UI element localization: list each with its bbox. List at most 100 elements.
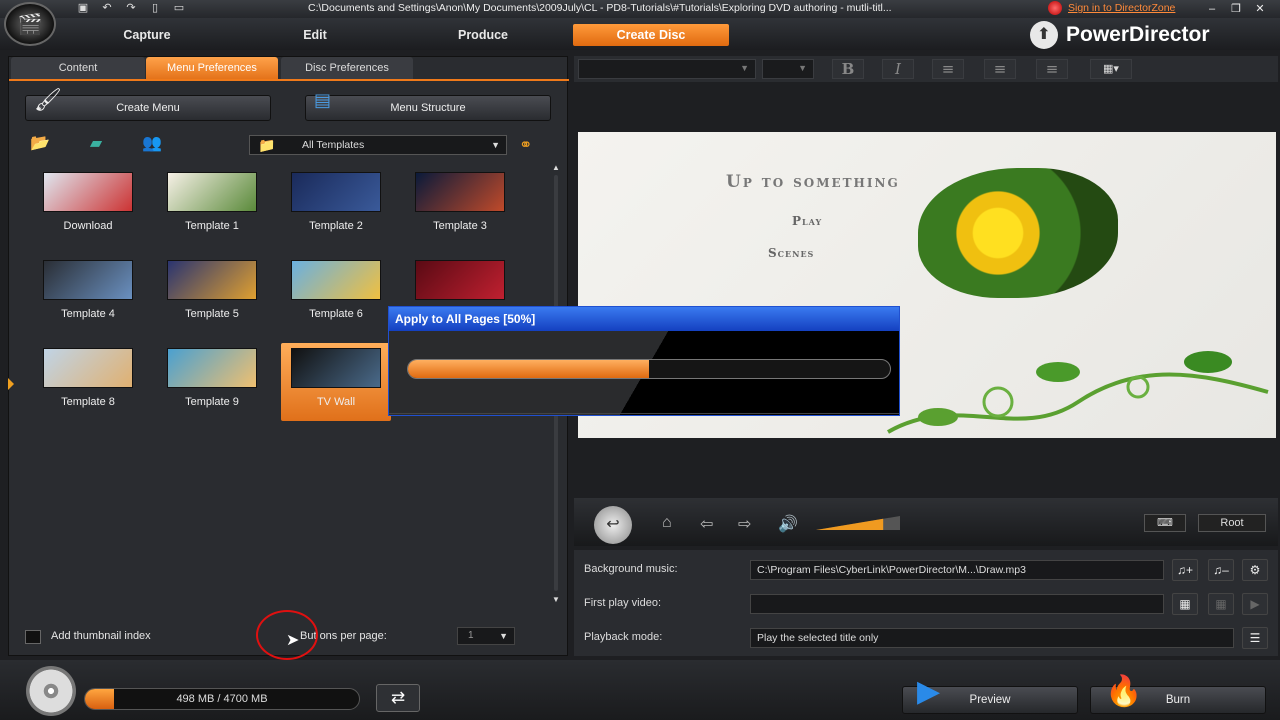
root-button[interactable]: Root [1198, 514, 1266, 532]
background-music-label: Background music: [584, 563, 678, 575]
template-label: Template 5 [185, 308, 239, 320]
background-music-field[interactable]: C:\Program Files\CyberLink\PowerDirector… [750, 560, 1164, 580]
menu-button-scenes[interactable]: Scenes [768, 246, 814, 260]
remove-music-icon[interactable]: ♫– [1208, 559, 1234, 581]
panel-expand-icon[interactable] [8, 378, 14, 390]
template-item[interactable]: Template 5 [157, 255, 267, 333]
play-icon[interactable]: ▶ [1242, 593, 1268, 615]
align-right-button[interactable]: ≡ [1036, 59, 1068, 79]
swap-disc-icon[interactable]: ⇄ [376, 684, 420, 712]
template-label: Template 1 [185, 220, 239, 232]
disc-icon [26, 666, 76, 716]
volume-slider[interactable] [816, 516, 900, 530]
tab-capture[interactable]: Capture [96, 24, 198, 46]
window-title-path: C:\Documents and Settings\Anon\My Docume… [308, 2, 892, 14]
menu-structure-button[interactable]: ▤ Menu Structure [305, 90, 551, 121]
template-thumbnail [291, 348, 381, 388]
signin-link[interactable]: Sign in to DirectorZone [1068, 2, 1175, 14]
templates-filter-select[interactable]: 📁 All Templates ▼ [249, 135, 507, 155]
minimize-icon[interactable]: – [1204, 2, 1220, 16]
first-play-video-field[interactable] [750, 594, 1164, 614]
undo-icon[interactable]: ↶ [100, 2, 114, 15]
tab-produce[interactable]: Produce [432, 24, 534, 46]
remove-video-icon[interactable]: ▦ [1208, 593, 1234, 615]
create-menu-button[interactable]: 🖌 Create Menu [25, 88, 271, 121]
preview-button[interactable]: ▶ Preview [902, 677, 1078, 714]
text-format-toolbar: ▼ ▼ B I ≡ ≡ ≡ ▦▾ [574, 56, 1278, 82]
redo-icon[interactable]: ↷ [124, 2, 138, 15]
add-music-icon[interactable]: ♫+ [1172, 559, 1198, 581]
menu-structure-icon: ▤ [314, 90, 332, 110]
menu-title[interactable]: Up to something [726, 172, 900, 192]
arrow-left-icon[interactable]: ⇦ [700, 514, 713, 534]
dialog-title: Apply to All Pages [50%] [389, 307, 899, 331]
tab-edit[interactable]: Edit [264, 24, 366, 46]
tab-content[interactable]: Content [11, 57, 145, 79]
share-users-icon[interactable]: 👥 [137, 133, 167, 153]
close-icon[interactable]: ✕ [1252, 2, 1268, 16]
playback-settings-icon[interactable]: ☰ [1242, 627, 1268, 649]
directorzone-download-icon[interactable]: ▰ [81, 133, 111, 153]
restore-icon[interactable]: ❐ [1228, 2, 1244, 16]
template-thumbnail [415, 260, 505, 300]
menu-button-play[interactable]: Play [792, 214, 822, 228]
tab-menu-preferences[interactable]: Menu Preferences [146, 57, 278, 79]
tab-disc-preferences[interactable]: Disc Preferences [281, 57, 413, 79]
align-center-button[interactable]: ≡ [984, 59, 1016, 79]
bicycle-icon[interactable]: ⚭ [519, 135, 532, 155]
template-label: Template 8 [61, 396, 115, 408]
play-icon: ▶ [917, 675, 941, 708]
template-item[interactable]: Template 3 [405, 167, 515, 245]
menu-properties: Background music: C:\Program Files\Cyber… [574, 550, 1278, 656]
vine-decoration [887, 351, 1269, 434]
align-left-button[interactable]: ≡ [932, 59, 964, 79]
template-label: Template 3 [433, 220, 487, 232]
import-folder-icon[interactable]: 📂 [25, 133, 55, 153]
quick-access-toolbar: ▣ ↶ ↷ ▯ ▭ [76, 2, 186, 15]
dialog-divider [389, 413, 899, 414]
template-item[interactable]: Template 9 [157, 343, 267, 421]
layout-grid-button[interactable]: ▦▾ [1090, 59, 1132, 79]
app-logo-icon[interactable]: 🎬 [4, 2, 56, 46]
return-icon[interactable]: ↩ [594, 506, 632, 544]
add-video-icon[interactable]: ▦ [1172, 593, 1198, 615]
new-file-icon[interactable]: ▯ [148, 2, 162, 15]
font-family-select[interactable]: ▼ [578, 59, 756, 79]
brand-logo: ⬆ PowerDirector [1030, 21, 1210, 49]
signin-directorzone[interactable]: Sign in to DirectorZone [1048, 1, 1175, 15]
template-item[interactable]: Download [33, 167, 143, 245]
template-item[interactable]: Template 1 [157, 167, 267, 245]
template-item[interactable]: Template 4 [33, 255, 143, 333]
chevron-down-icon: ▼ [491, 140, 500, 150]
upgrade-icon[interactable]: ⬆ [1030, 21, 1058, 49]
subtitle-toggle-button[interactable]: ⌨ [1144, 514, 1186, 532]
title-bar: ▣ ↶ ↷ ▯ ▭ C:\Documents and Settings\Anon… [0, 0, 1280, 18]
scroll-down-icon[interactable]: ▼ [552, 595, 560, 604]
template-thumbnail [43, 260, 133, 300]
italic-button[interactable]: I [882, 59, 914, 79]
bold-button[interactable]: B [832, 59, 864, 79]
template-item[interactable]: TV Wall [281, 343, 391, 421]
volume-icon[interactable]: 🔊 [778, 514, 798, 534]
playback-mode-label: Playback mode: [584, 631, 663, 643]
home-icon[interactable]: ⌂ [662, 514, 672, 532]
playback-mode-field[interactable]: Play the selected title only [750, 628, 1234, 648]
font-size-select[interactable]: ▼ [762, 59, 814, 79]
template-item[interactable]: Template 8 [33, 343, 143, 421]
burn-button[interactable]: 🔥 Burn [1090, 677, 1266, 714]
chevron-down-icon: ▼ [740, 63, 749, 73]
add-thumbnail-index-checkbox[interactable] [25, 630, 41, 644]
arrow-right-icon[interactable]: ⇨ [738, 514, 751, 534]
tab-create-disc[interactable]: Create Disc [573, 24, 729, 46]
open-folder-icon[interactable]: ▭ [172, 2, 186, 15]
buttons-per-page-select[interactable]: 1 ▼ [457, 627, 515, 645]
scroll-up-icon[interactable]: ▲ [552, 163, 560, 172]
add-thumbnail-index-label: Add thumbnail index [51, 630, 151, 642]
template-item[interactable]: Template 2 [281, 167, 391, 245]
save-icon[interactable]: ▣ [76, 2, 90, 15]
brand-name: PowerDirector [1066, 23, 1210, 46]
template-label: Template 4 [61, 308, 115, 320]
template-label: Template 9 [185, 396, 239, 408]
template-item[interactable]: Template 6 [281, 255, 391, 333]
music-settings-icon[interactable]: ⚙ [1242, 559, 1268, 581]
